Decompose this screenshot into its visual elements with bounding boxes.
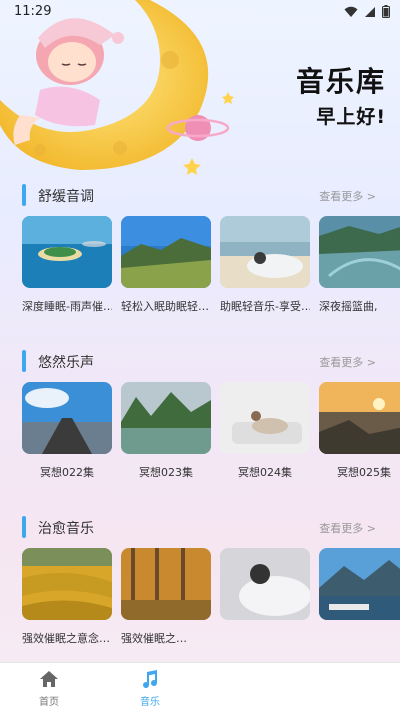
track-thumbnail	[319, 382, 400, 454]
view-more-link[interactable]: 查看更多 >	[319, 354, 376, 370]
track-thumbnail	[22, 382, 112, 454]
track-card[interactable]: 冥想023集	[121, 382, 211, 480]
track-card[interactable]: 深夜摇篮曲,	[319, 216, 400, 314]
track-card[interactable]: 强效催眠之…	[121, 548, 211, 646]
track-title: 冥想024集	[238, 466, 292, 479]
track-card[interactable]: 深度睡眠-雨声催…	[22, 216, 112, 314]
track-thumbnail	[121, 216, 211, 288]
track-card[interactable]: 冥想022集	[22, 382, 112, 480]
nav-home[interactable]: 首页	[9, 669, 89, 708]
nav-music[interactable]: 音乐	[110, 669, 190, 708]
bottom-nav: 首页 音乐	[0, 662, 400, 712]
track-thumbnail	[220, 216, 310, 288]
track-title: 深夜摇篮曲,	[319, 300, 378, 313]
section-title: 悠然乐声	[38, 355, 94, 371]
music-note-icon	[143, 670, 158, 689]
track-thumbnail	[319, 216, 400, 288]
track-thumbnail	[220, 382, 310, 454]
nav-home-label: 首页	[39, 697, 59, 708]
track-card[interactable]: 轻松入眠助眠轻…	[121, 216, 211, 314]
status-icons	[344, 5, 390, 18]
track-card[interactable]	[319, 548, 400, 646]
track-title: 强效催眠之…	[121, 632, 187, 645]
track-thumbnail	[319, 548, 400, 620]
section-accent-bar	[22, 516, 26, 538]
track-thumbnail	[220, 548, 310, 620]
track-card[interactable]: 冥想024集	[220, 382, 310, 480]
section-soothing-tones: 舒缓音调 查看更多 > 深度睡眠-雨声催… 轻松入眠助眠轻… 助眠轻音乐-享受…	[0, 184, 400, 313]
view-more-link[interactable]: 查看更多 >	[319, 520, 376, 536]
section-accent-bar	[22, 184, 26, 206]
section-healing-music: 治愈音乐 查看更多 > 强效催眠之意念… 强效催眠之…	[0, 516, 400, 645]
track-title: 深度睡眠-雨声催…	[22, 300, 112, 313]
section-title: 舒缓音调	[38, 189, 94, 205]
track-title: 强效催眠之意念…	[22, 632, 110, 645]
view-more-link[interactable]: 查看更多 >	[319, 188, 376, 204]
track-thumbnail	[22, 216, 112, 288]
section-accent-bar	[22, 350, 26, 372]
section-leisure-sounds: 悠然乐声 查看更多 > 冥想022集 冥想023集 冥想024集 冥想025集	[0, 350, 400, 479]
home-icon	[40, 671, 58, 687]
track-title: 轻松入眠助眠轻…	[121, 300, 209, 313]
track-thumbnail	[121, 382, 211, 454]
track-thumbnail	[121, 548, 211, 620]
sleeping-girl-moon-illustration	[0, 0, 234, 175]
section-title: 治愈音乐	[38, 521, 94, 537]
battery-icon	[382, 5, 390, 18]
greeting-text: 早上好!	[316, 106, 386, 128]
track-thumbnail	[22, 548, 112, 620]
track-card[interactable]: 强效催眠之意念…	[22, 548, 112, 646]
track-title: 冥想022集	[40, 466, 94, 479]
signal-icon	[365, 6, 375, 17]
track-title: 冥想025集	[337, 466, 391, 479]
track-card[interactable]: 冥想025集	[319, 382, 400, 480]
track-title: 助眠轻音乐-享受…	[220, 300, 310, 313]
track-card[interactable]: 助眠轻音乐-享受…	[220, 216, 310, 314]
track-title: 冥想023集	[139, 466, 193, 479]
nav-music-label: 音乐	[140, 697, 160, 708]
track-card[interactable]	[220, 548, 310, 646]
wifi-icon	[344, 6, 358, 17]
page-title: 音乐库	[295, 65, 386, 98]
